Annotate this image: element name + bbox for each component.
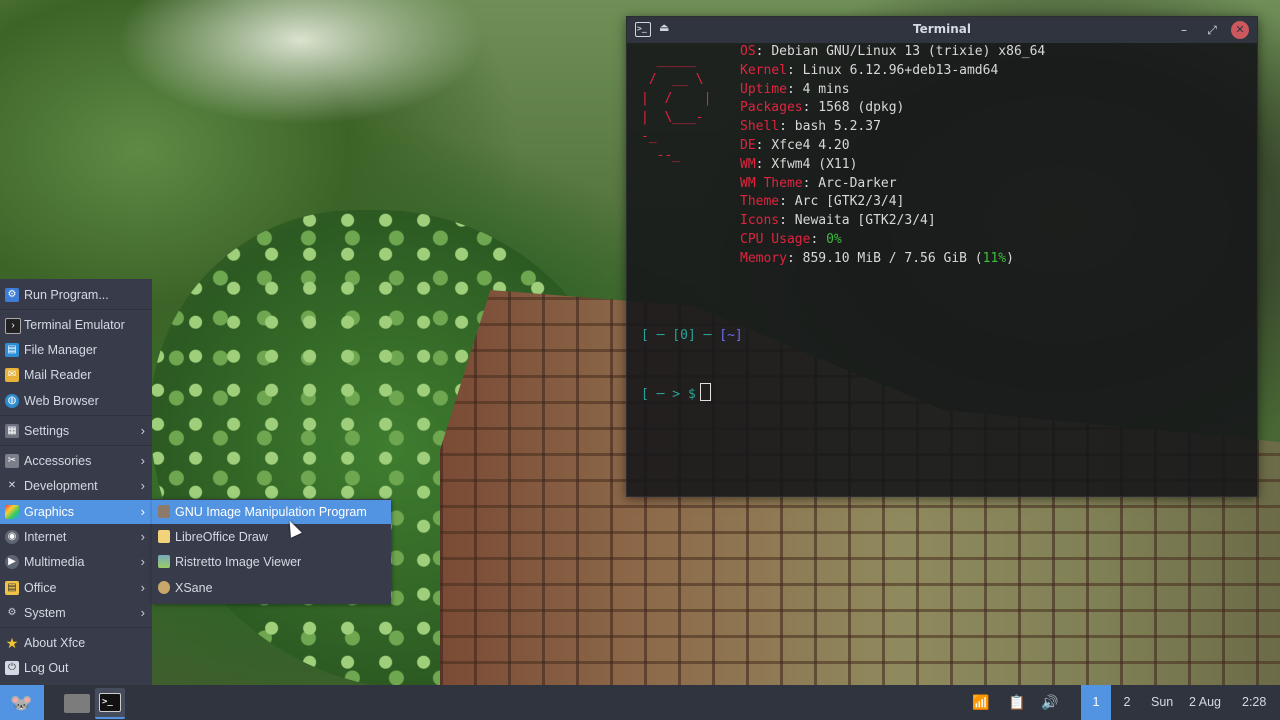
- close-button[interactable]: ✕: [1231, 21, 1249, 39]
- menu-item-multimedia[interactable]: ▶ Multimedia ›: [0, 550, 152, 574]
- clock-date[interactable]: 2 Aug: [1189, 685, 1221, 720]
- file-manager-icon: ▤: [5, 343, 19, 357]
- about-xfce-icon: ★: [5, 635, 19, 651]
- taskbar-terminal[interactable]: >_: [95, 688, 125, 719]
- settings-icon: ▦: [5, 424, 19, 438]
- window-title: Terminal: [912, 22, 972, 36]
- menu-separator: [0, 309, 152, 310]
- clock-day[interactable]: Sun: [1151, 685, 1173, 720]
- chevron-right-icon: ›: [140, 529, 145, 544]
- text-cursor: [699, 383, 711, 401]
- workspace-2[interactable]: 2: [1112, 685, 1142, 720]
- whisker-menu-button[interactable]: 🐭: [0, 685, 44, 720]
- chevron-right-icon: ›: [140, 554, 145, 569]
- ristretto-icon: [158, 555, 170, 568]
- menu-item-settings[interactable]: ▦ Settings ›: [0, 419, 152, 443]
- volume-icon[interactable]: 🔊: [1041, 694, 1058, 711]
- taskbar-file-manager[interactable]: [62, 688, 92, 717]
- menu-item-development[interactable]: ✕ Development ›: [0, 474, 152, 498]
- chevron-right-icon: ›: [140, 453, 145, 468]
- debian-logo-ascii: _____ / __ \ | / | | \___- -_ --_: [641, 53, 712, 163]
- menu-separator: [0, 415, 152, 416]
- graphics-submenu[interactable]: GNU Image Manipulation Program LibreOffi…: [152, 499, 391, 604]
- submenu-item-libreoffice-draw[interactable]: LibreOffice Draw: [152, 525, 391, 549]
- minimize-button[interactable]: –: [1175, 21, 1193, 39]
- chevron-right-icon: ›: [140, 580, 145, 595]
- mail-icon: ✉: [5, 368, 19, 382]
- menu-item-mail-reader[interactable]: ✉ Mail Reader: [0, 363, 152, 387]
- workspace-1[interactable]: 1: [1081, 685, 1111, 720]
- menu-item-accessories[interactable]: ✂ Accessories ›: [0, 449, 152, 473]
- submenu-item-xsane[interactable]: XSane: [152, 576, 391, 600]
- maximize-button[interactable]: ⤢: [1203, 21, 1221, 39]
- graphics-icon: [5, 505, 19, 519]
- chevron-right-icon: ›: [140, 478, 145, 493]
- info-row-cpu: CPU Usage: 0%: [740, 231, 842, 247]
- info-row: Kernel: Linux 6.12.96+deb13-amd64: [740, 62, 999, 78]
- submenu-item-ristretto[interactable]: Ristretto Image Viewer: [152, 550, 391, 574]
- info-row: OS: Debian GNU/Linux 13 (trixie) x86_64: [740, 44, 1046, 59]
- menu-item-internet[interactable]: ◉ Internet ›: [0, 525, 152, 549]
- chevron-right-icon: ›: [140, 605, 145, 620]
- menu-item-graphics[interactable]: Graphics ›: [0, 500, 152, 524]
- menu-item-system[interactable]: ⚙ System ›: [0, 601, 152, 625]
- system-info: OS: Debian GNU/Linux 13 (trixie) x86_64 …: [740, 43, 1045, 269]
- folder-icon: [64, 694, 90, 713]
- web-browser-icon: ◍: [5, 394, 19, 408]
- menu-item-file-manager[interactable]: ▤ File Manager: [0, 338, 152, 362]
- terminal-titlebar[interactable]: >_ ⏏ Terminal – ⤢ ✕: [627, 17, 1257, 43]
- chevron-right-icon: ›: [140, 423, 145, 438]
- bottom-panel: 🐭 >_ 📶 📋 🔊 1 2 Sun 2 Aug 2:28: [0, 685, 1280, 720]
- menu-item-terminal-emulator[interactable]: › Terminal Emulator: [0, 313, 152, 337]
- menu-item-log-out[interactable]: ⏻ Log Out: [0, 656, 152, 680]
- info-row: Uptime: 4 mins: [740, 81, 850, 97]
- terminal-window[interactable]: >_ ⏏ Terminal – ⤢ ✕ _____ / __ \ | / | |…: [626, 16, 1258, 497]
- xsane-icon: [158, 581, 170, 594]
- multimedia-icon: ▶: [5, 555, 19, 569]
- info-row: Theme: Arc [GTK2/3/4]: [740, 194, 905, 210]
- clipboard-icon[interactable]: 📋: [1008, 694, 1025, 711]
- menu-item-web-browser[interactable]: ◍ Web Browser: [0, 389, 152, 413]
- info-row: DE: Xfce4 4.20: [740, 137, 850, 153]
- run-program-icon: ⚙: [5, 288, 19, 302]
- terminal-icon: >_: [99, 693, 121, 712]
- menu-item-run-program[interactable]: ⚙ Run Program...: [0, 283, 152, 307]
- gimp-icon: [158, 505, 170, 518]
- terminal-icon: ›: [5, 318, 21, 334]
- development-icon: ✕: [7, 480, 17, 491]
- info-row: Packages: 1568 (dpkg): [740, 100, 905, 116]
- info-row: Shell: bash 5.2.37: [740, 119, 881, 135]
- info-row: Icons: Newaita [GTK2/3/4]: [740, 213, 936, 229]
- terminal-screen[interactable]: _____ / __ \ | / | | \___- -_ --_ OS: De…: [627, 43, 1257, 496]
- applications-menu[interactable]: ⚙ Run Program... › Terminal Emulator ▤ F…: [0, 279, 152, 685]
- menu-item-office[interactable]: ▤ Office ›: [0, 576, 152, 600]
- menu-item-about-xfce[interactable]: ★ About Xfce: [0, 631, 152, 655]
- info-row: WM Theme: Arc-Darker: [740, 175, 897, 191]
- menu-separator: [0, 627, 152, 628]
- menu-separator: [0, 445, 152, 446]
- network-wifi-icon[interactable]: 📶: [972, 694, 989, 711]
- system-icon: ⚙: [7, 607, 17, 618]
- submenu-item-gimp[interactable]: GNU Image Manipulation Program: [152, 500, 391, 524]
- log-out-icon: ⏻: [5, 661, 19, 675]
- shell-prompt[interactable]: [ ─ [0] ─ [~] [ ─ > $: [641, 288, 743, 442]
- office-icon: ▤: [5, 581, 19, 595]
- xfce-mouse-icon: 🐭: [10, 693, 33, 713]
- info-row: WM: Xfwm4 (X11): [740, 156, 858, 172]
- internet-icon: ◉: [5, 530, 19, 544]
- info-row-memory: Memory: 859.10 MiB / 7.56 GiB (11%): [740, 250, 1014, 266]
- clock-time[interactable]: 2:28: [1242, 685, 1266, 720]
- accessories-icon: ✂: [5, 454, 19, 468]
- chevron-right-icon: ›: [140, 504, 145, 519]
- libreoffice-draw-icon: [158, 530, 170, 543]
